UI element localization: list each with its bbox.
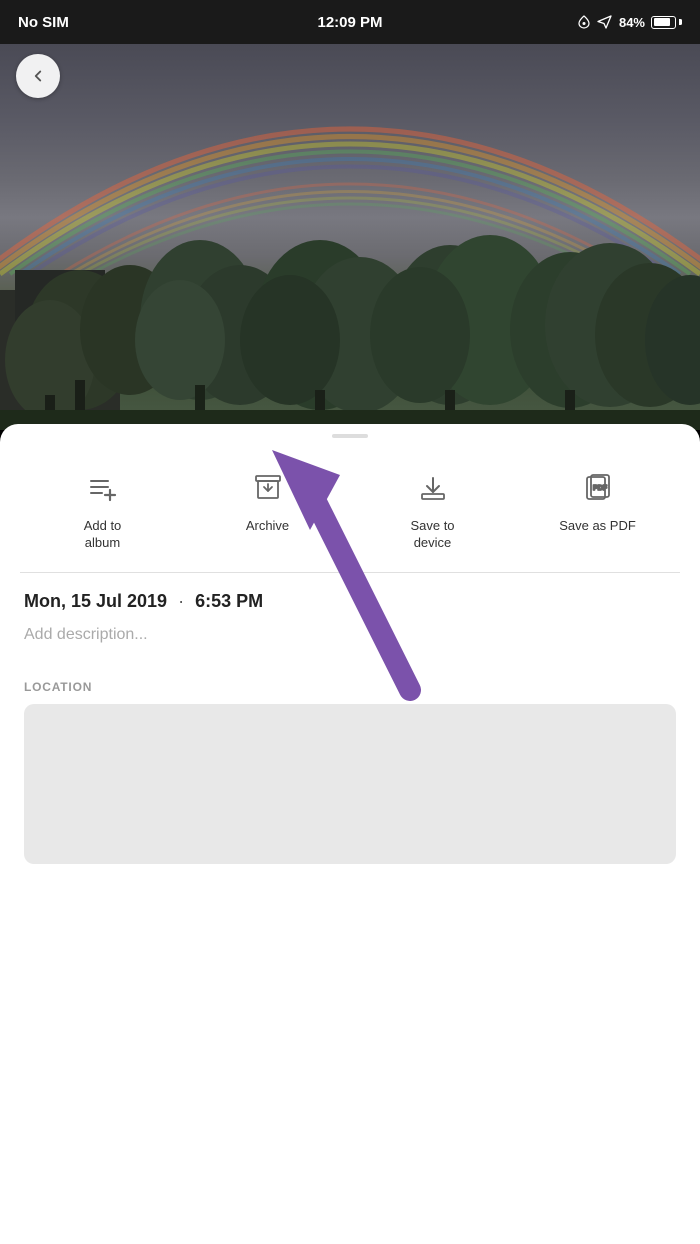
save-device-icon — [411, 466, 455, 510]
back-button[interactable] — [16, 54, 60, 98]
meta-section: Mon, 15 Jul 2019 · 6:53 PM Add descripti… — [0, 573, 700, 680]
location-icon — [577, 15, 591, 29]
time-text: 6:53 PM — [195, 591, 263, 611]
archive-label: Archive — [246, 518, 289, 535]
pdf-icon: PDF — [576, 466, 620, 510]
date-text: Mon, 15 Jul 2019 — [24, 591, 167, 611]
save-to-device-label: Save todevice — [410, 518, 454, 552]
drag-handle — [332, 434, 368, 438]
status-right-group: 84% — [577, 15, 682, 30]
status-bar: No SIM 12:09 PM 84% — [0, 0, 700, 44]
trees-svg — [0, 210, 700, 430]
photo-background — [0, 0, 700, 430]
description-placeholder[interactable]: Add description... — [24, 626, 676, 644]
navigation-icon — [597, 15, 613, 29]
archive-button[interactable]: Archive — [185, 466, 350, 552]
time-label: 12:09 PM — [317, 14, 382, 31]
photo-date: Mon, 15 Jul 2019 · 6:53 PM — [24, 591, 676, 612]
archive-icon — [246, 466, 290, 510]
battery-icon — [651, 16, 682, 29]
location-map[interactable] — [24, 704, 676, 864]
add-to-album-button[interactable]: Add toalbum — [20, 466, 185, 552]
save-to-device-button[interactable]: Save todevice — [350, 466, 515, 552]
save-as-pdf-label: Save as PDF — [559, 518, 636, 535]
bottom-sheet: Add toalbum Archive — [0, 424, 700, 1244]
actions-row: Add toalbum Archive — [0, 456, 700, 572]
battery-percent: 84% — [619, 15, 645, 30]
carrier-label: No SIM — [18, 14, 69, 31]
add-to-album-label: Add toalbum — [84, 518, 122, 552]
location-label: LOCATION — [24, 680, 676, 694]
location-section: LOCATION — [0, 680, 700, 864]
save-as-pdf-button[interactable]: PDF Save as PDF — [515, 466, 680, 552]
add-to-list-icon — [81, 466, 125, 510]
svg-text:PDF: PDF — [593, 485, 608, 492]
